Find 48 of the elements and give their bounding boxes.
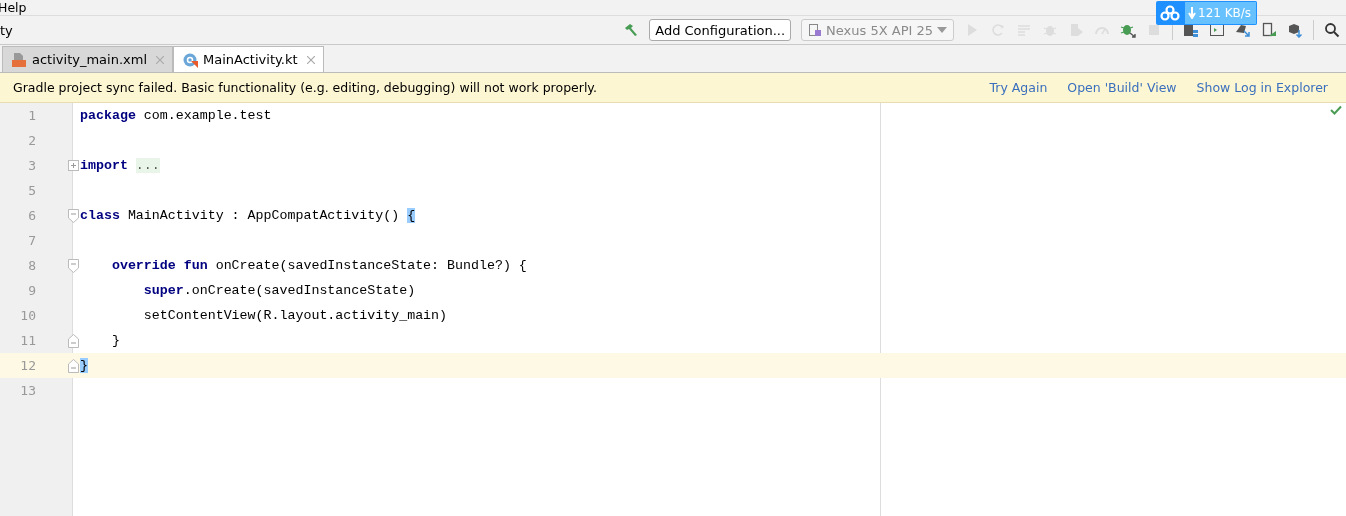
caret-icon xyxy=(937,27,947,33)
xml-file-icon xyxy=(11,51,27,68)
line-number: 1 xyxy=(27,108,37,123)
banner-message: Gradle project sync failed. Basic functionality (e.g. editing, debugging) will not work properly. xyxy=(13,80,597,95)
banner-link[interactable]: Open 'Build' View xyxy=(1067,80,1177,95)
add-configuration-button[interactable]: Add Configuration... xyxy=(649,19,792,41)
fold-end-icon[interactable] xyxy=(68,358,79,373)
line-number: 7 xyxy=(27,233,37,248)
line-number: 9 xyxy=(27,283,37,298)
code-line: setContentView(R.layout.activity_main) xyxy=(142,308,448,323)
file-tab[interactable]: activity_main.xml xyxy=(2,46,173,72)
code-line: package com.example.test xyxy=(80,108,272,123)
close-icon[interactable] xyxy=(306,55,315,64)
sync-icon[interactable] xyxy=(1235,22,1251,38)
line-number: 13 xyxy=(19,383,37,398)
code-line: } xyxy=(110,333,120,348)
fold-end-icon[interactable] xyxy=(68,333,79,348)
structure-icon[interactable] xyxy=(1183,22,1199,38)
line-number: 12 xyxy=(19,358,37,373)
fold-start-icon[interactable] xyxy=(68,208,79,223)
hammer-icon[interactable] xyxy=(623,22,640,38)
menu-item[interactable]: Help xyxy=(0,0,27,15)
banner-link[interactable]: Try Again xyxy=(989,80,1048,95)
speed-reading: 121 KB/s xyxy=(1198,6,1252,20)
bug-arrow-icon[interactable] xyxy=(1120,22,1136,38)
line-number: 3 xyxy=(27,158,37,173)
code-line: override fun onCreate(savedInstanceState: Bundle?) { xyxy=(110,258,527,273)
line-number: 10 xyxy=(19,308,37,323)
close-icon[interactable] xyxy=(156,55,164,64)
line-number: 5 xyxy=(27,183,37,198)
download-arrow-icon xyxy=(1188,7,1196,19)
search-icon[interactable] xyxy=(1324,22,1340,38)
line-number: 6 xyxy=(27,208,37,223)
line-number: 8 xyxy=(27,258,37,273)
device-icon[interactable] xyxy=(1261,22,1277,38)
code-line: super.onCreate(savedInstanceState) xyxy=(142,283,416,298)
fold-start-icon[interactable] xyxy=(68,258,79,273)
kotlin-class-icon xyxy=(182,51,198,68)
project-name: ty xyxy=(0,22,14,38)
device-icon xyxy=(808,23,823,37)
code-line: class MainActivity : AppCompatActivity() { xyxy=(80,208,416,223)
file-tab[interactable]: MainActivity.kt xyxy=(173,46,324,72)
package-icon[interactable] xyxy=(1287,22,1303,38)
banner-link[interactable]: Show Log in Explorer xyxy=(1196,80,1328,95)
line-number: 2 xyxy=(27,133,37,148)
line-number: 11 xyxy=(19,333,37,348)
code-line: import ... xyxy=(80,158,160,173)
fold-plus-icon[interactable] xyxy=(68,160,79,171)
